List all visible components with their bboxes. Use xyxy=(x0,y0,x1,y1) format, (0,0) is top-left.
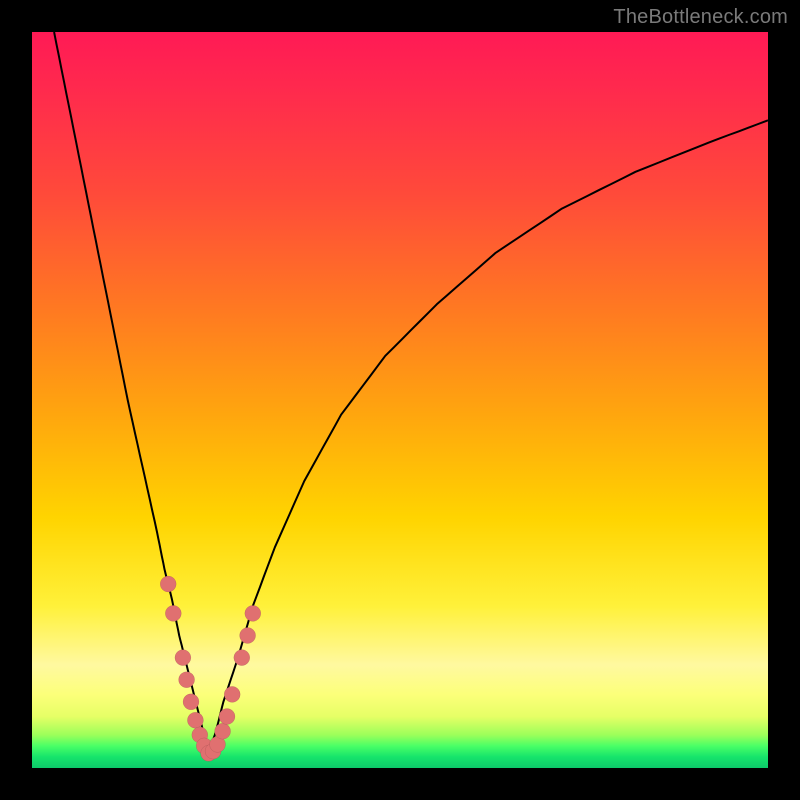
marker-point xyxy=(219,709,235,725)
marker-point xyxy=(165,605,181,621)
curve-layer xyxy=(32,32,768,768)
marker-point xyxy=(224,686,240,702)
marker-group xyxy=(160,576,261,761)
marker-point xyxy=(187,712,203,728)
plot-area xyxy=(32,32,768,768)
marker-point xyxy=(179,672,195,688)
marker-point xyxy=(234,650,250,666)
marker-point xyxy=(160,576,176,592)
marker-point xyxy=(183,694,199,710)
marker-point xyxy=(240,628,256,644)
marker-point xyxy=(245,605,261,621)
chart-container: TheBottleneck.com xyxy=(0,0,800,800)
curve-right-branch xyxy=(209,120,768,753)
curve-left-branch xyxy=(54,32,209,753)
watermark-text: TheBottleneck.com xyxy=(613,6,788,29)
marker-point xyxy=(175,650,191,666)
marker-point xyxy=(215,723,231,739)
